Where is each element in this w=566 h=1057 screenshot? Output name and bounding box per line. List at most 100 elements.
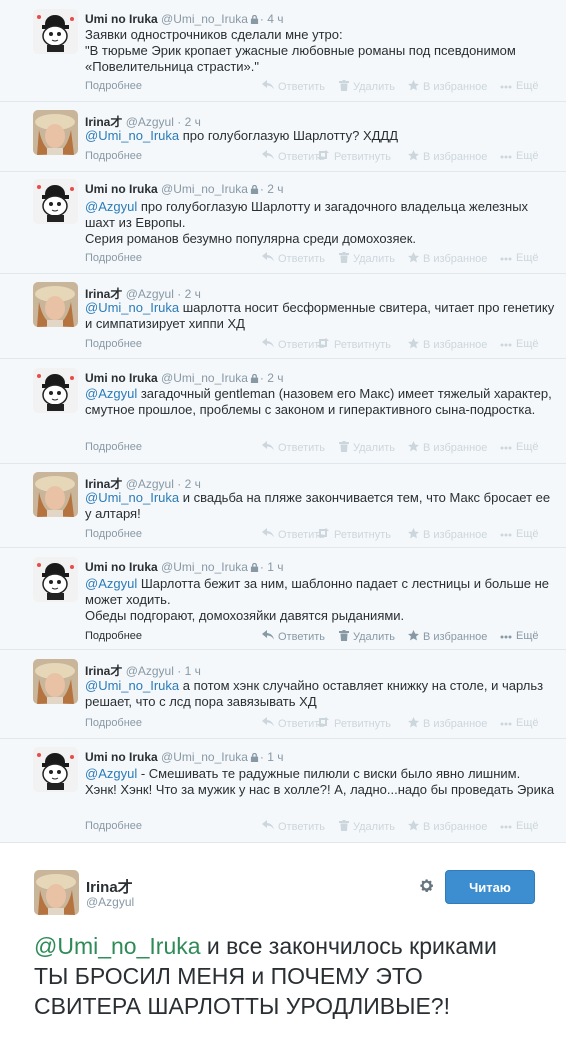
tweet[interactable]: Umi no Iruka @Umi_no_Iruka · 1 ч @Azgyul Ш…	[0, 548, 566, 650]
reply-button[interactable]: Ответить	[262, 630, 325, 643]
delete-button[interactable]: Удалить	[339, 630, 395, 644]
avatar[interactable]	[33, 110, 78, 155]
avatar[interactable]	[33, 659, 78, 704]
tweet[interactable]: Umi no Iruka @Umi_no_Iruka · 4 ч Заявки од…	[0, 0, 566, 102]
author-handle[interactable]: @Umi_no_Iruka	[161, 182, 248, 196]
reply-button[interactable]: Ответить	[262, 80, 325, 93]
timestamp[interactable]: · 2 ч	[177, 115, 201, 129]
details-link[interactable]: Подробнее	[85, 717, 142, 729]
timestamp[interactable]: · 2 ч	[177, 477, 201, 491]
mention-link[interactable]: @Umi_no_Iruka	[85, 128, 179, 143]
favorite-button[interactable]: В избранное	[408, 630, 487, 644]
author-name[interactable]: Umi no Iruka	[85, 182, 158, 196]
favorite-button[interactable]: В избранное	[408, 717, 487, 731]
more-button[interactable]: Ещё	[500, 338, 539, 350]
retweet-button[interactable]: Ретвитнуть	[316, 150, 391, 163]
author-name[interactable]: Irina才	[86, 876, 133, 897]
tweet[interactable]: Irina才 @Azgyul · 2 ч @Umi_no_Iruka и свад…	[0, 464, 566, 548]
delete-button[interactable]: Удалить	[339, 252, 395, 266]
author-name[interactable]: Umi no Iruka	[85, 12, 158, 26]
more-button[interactable]: Ещё	[500, 630, 539, 642]
mention-link[interactable]: @Azgyul	[85, 386, 137, 401]
avatar[interactable]	[34, 870, 79, 915]
delete-button[interactable]: Удалить	[339, 820, 395, 834]
favorite-button[interactable]: В избранное	[408, 441, 487, 455]
delete-button[interactable]: Удалить	[339, 80, 395, 94]
timestamp[interactable]: · 2 ч	[260, 371, 284, 385]
author-handle[interactable]: @Umi_no_Iruka	[161, 12, 248, 26]
more-button[interactable]: Ещё	[500, 820, 539, 832]
retweet-button[interactable]: Ретвитнуть	[316, 528, 391, 541]
author-handle[interactable]: @Umi_no_Iruka	[161, 750, 248, 764]
author-handle[interactable]: @Azgyul	[126, 664, 174, 678]
following-button[interactable]: Читаю	[445, 870, 535, 904]
mention-link[interactable]: @Umi_no_Iruka	[85, 300, 179, 315]
details-link[interactable]: Подробнее	[85, 630, 142, 642]
details-link[interactable]: Подробнее	[85, 338, 142, 350]
author-handle[interactable]: @Umi_no_Iruka	[161, 560, 248, 574]
delete-button[interactable]: Удалить	[339, 441, 395, 455]
more-button[interactable]: Ещё	[500, 80, 539, 92]
tweet[interactable]: Irina才 @Azgyul · 2 ч @Umi_no_Iruka шарлот…	[0, 274, 566, 359]
author-handle[interactable]: @Umi_no_Iruka	[161, 371, 248, 385]
mention-link[interactable]: @Azgyul	[85, 766, 137, 781]
tweet[interactable]: Irina才 @Azgyul · 1 ч @Umi_no_Iruka а пото…	[0, 650, 566, 739]
tweet[interactable]: Umi no Iruka @Umi_no_Iruka · 2 ч @Azgyul з…	[0, 359, 566, 464]
reply-button[interactable]: Ответить	[262, 820, 325, 833]
avatar[interactable]	[33, 747, 78, 792]
more-button[interactable]: Ещё	[500, 252, 539, 264]
favorite-button[interactable]: В избранное	[408, 252, 487, 266]
gear-icon[interactable]	[418, 877, 435, 899]
mention-link[interactable]: @Azgyul	[85, 199, 137, 214]
tweet[interactable]: Umi no Iruka @Umi_no_Iruka · 1 ч @Azgyul -…	[0, 739, 566, 843]
details-link[interactable]: Подробнее	[85, 150, 142, 162]
avatar[interactable]	[33, 179, 78, 224]
author-name[interactable]: Irina才	[85, 664, 122, 678]
details-link[interactable]: Подробнее	[85, 80, 142, 92]
timestamp[interactable]: · 2 ч	[177, 287, 201, 301]
author-name[interactable]: Umi no Iruka	[85, 750, 158, 764]
author-name[interactable]: Irina才	[85, 115, 122, 129]
details-link[interactable]: Подробнее	[85, 820, 142, 832]
timestamp[interactable]: · 1 ч	[260, 750, 284, 764]
author-name[interactable]: Irina才	[85, 287, 122, 301]
details-link[interactable]: Подробнее	[85, 441, 142, 453]
avatar[interactable]	[33, 9, 78, 54]
author-name[interactable]: Umi no Iruka	[85, 560, 158, 574]
author-handle[interactable]: @Azgyul	[86, 895, 134, 909]
more-button[interactable]: Ещё	[500, 150, 539, 162]
more-button[interactable]: Ещё	[500, 528, 539, 540]
retweet-button[interactable]: Ретвитнуть	[316, 338, 391, 351]
tweet[interactable]: Umi no Iruka @Umi_no_Iruka · 2 ч @Azgyul п…	[0, 172, 566, 274]
mention-link[interactable]: @Umi_no_Iruka	[34, 933, 201, 959]
author-handle[interactable]: @Azgyul	[126, 115, 174, 129]
timestamp[interactable]: · 2 ч	[260, 182, 284, 196]
details-link[interactable]: Подробнее	[85, 528, 142, 540]
author-name[interactable]: Irina才	[85, 477, 122, 491]
author-handle[interactable]: @Azgyul	[126, 477, 174, 491]
timestamp[interactable]: · 1 ч	[177, 664, 201, 678]
author-name[interactable]: Umi no Iruka	[85, 371, 158, 385]
favorite-button[interactable]: В избранное	[408, 80, 487, 94]
reply-button[interactable]: Ответить	[262, 252, 325, 265]
mention-link[interactable]: @Umi_no_Iruka	[85, 678, 179, 693]
mention-link[interactable]: @Umi_no_Iruka	[85, 490, 179, 505]
timestamp[interactable]: · 4 ч	[260, 12, 284, 26]
retweet-button[interactable]: Ретвитнуть	[316, 717, 391, 730]
more-button[interactable]: Ещё	[500, 441, 539, 453]
author-handle[interactable]: @Azgyul	[126, 287, 174, 301]
favorite-button[interactable]: В избранное	[408, 528, 487, 542]
avatar[interactable]	[33, 282, 78, 327]
details-link[interactable]: Подробнее	[85, 252, 142, 264]
tweet[interactable]: Irina才 @Azgyul · 2 ч @Umi_no_Iruka про го…	[0, 102, 566, 172]
avatar[interactable]	[33, 368, 78, 413]
avatar[interactable]	[33, 472, 78, 517]
timestamp[interactable]: · 1 ч	[260, 560, 284, 574]
favorite-button[interactable]: В избранное	[408, 150, 487, 164]
favorite-button[interactable]: В избранное	[408, 338, 487, 352]
favorite-button[interactable]: В избранное	[408, 820, 487, 834]
avatar[interactable]	[33, 557, 78, 602]
reply-button[interactable]: Ответить	[262, 441, 325, 454]
mention-link[interactable]: @Azgyul	[85, 576, 137, 591]
more-button[interactable]: Ещё	[500, 717, 539, 729]
